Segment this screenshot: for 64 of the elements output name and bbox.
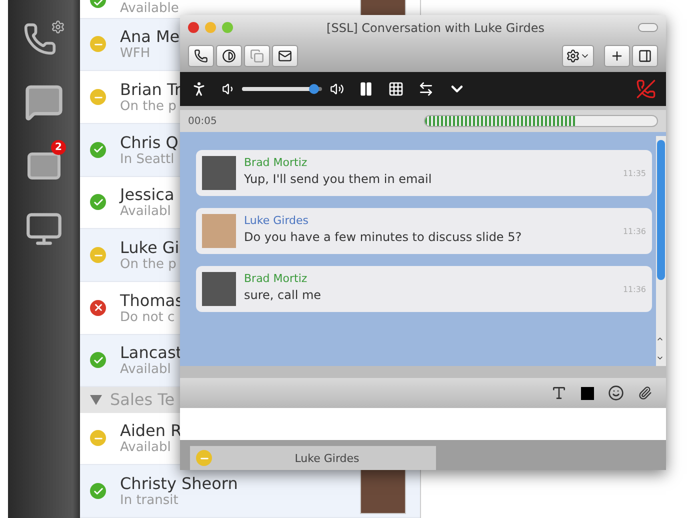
monitor-icon[interactable] [25,210,63,248]
settings-button[interactable] [562,45,594,67]
contact-status: On the p [120,257,176,272]
close-button[interactable] [188,22,199,33]
call-timer: 00:05 [188,116,217,126]
message-text: sure, call me [244,288,322,302]
contact-name: Christy Sheorn [120,474,238,494]
mail-button[interactable] [272,45,298,67]
settings-icon [566,49,580,63]
message-input[interactable] [180,408,666,440]
panel-icon [638,49,652,63]
paperclip-icon[interactable] [638,386,652,400]
contact-name: Aiden R [120,421,182,440]
group-name: Sales Te [110,390,175,410]
contact-row[interactable]: Christy Sheorn In transit [80,465,420,518]
contact-status: Do not c [120,310,175,325]
font-icon[interactable] [551,385,567,401]
message-text: Yup, I'll send you them in email [244,172,432,186]
contact-status: Availabl [120,204,171,220]
contrast-icon [222,49,236,63]
sender-name: Brad Mortiz [244,156,308,169]
contact-status: WFH [120,46,150,62]
contact-name: Luke Gi [120,238,180,258]
phone-icon[interactable] [23,20,65,56]
color-swatch[interactable] [581,386,594,400]
scrollbar[interactable] [656,136,666,366]
message-time: 11:35 [622,168,646,178]
contrast-button[interactable] [216,45,242,67]
plus-icon [610,49,624,63]
volume-high-icon [330,82,344,96]
hang-up-icon[interactable] [636,79,656,99]
envelope-icon [278,49,292,63]
conversation-tab[interactable]: Luke Girdes [190,446,436,470]
pause-icon[interactable] [358,81,374,97]
contact-status: In Seattl [120,152,174,167]
contact-name: Jessica [120,185,174,204]
contact-status: Availabl [120,440,171,456]
contact-name: Lancast [120,343,182,362]
contact-status: In transit [120,493,178,508]
smiley-icon[interactable] [608,385,624,401]
badge: 2 [51,140,66,155]
scroll-up-icon[interactable] [656,335,664,343]
message-time: 11:36 [622,226,646,236]
message-time: 11:36 [622,284,646,294]
windows-icon [250,49,264,63]
contact-name: Chris Q [120,132,178,152]
window-title: [SSL] Conversation with Luke Girdes [326,20,544,34]
keypad-icon[interactable] [388,81,404,97]
contact-name: Ana Me [120,27,180,46]
contact-name: Brian Tr [120,80,182,100]
contact-status: Available [120,1,179,16]
sender-name: Luke Girdes [244,214,309,227]
scroll-down-icon[interactable] [656,354,664,362]
contact-status: Availabl [120,362,171,378]
phone-icon [194,49,208,63]
expanded-triangle-icon[interactable] [90,394,102,406]
panel-button[interactable] [632,45,658,67]
add-button[interactable] [604,45,630,67]
sender-name: Brad Mortiz [244,272,308,285]
call-button[interactable] [188,45,214,67]
transfer-icon[interactable] [418,81,434,97]
contact-status: On the p [120,99,176,114]
volume-slider[interactable] [242,84,322,94]
message-text: Do you have a few minutes to discuss slide 5? [244,230,522,244]
